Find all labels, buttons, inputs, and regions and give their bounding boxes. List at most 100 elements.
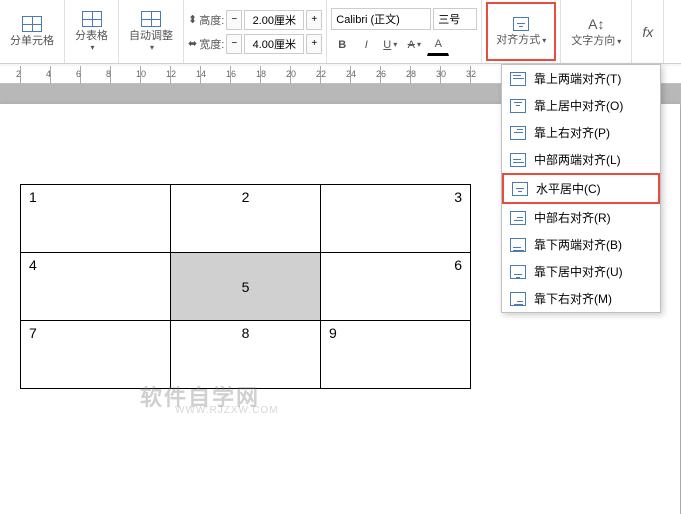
ruler-number: 12 [166, 69, 176, 79]
font-size-select[interactable] [433, 8, 477, 30]
split-cell-button[interactable]: 分单元格 [4, 2, 60, 61]
fx-icon: fx [642, 24, 653, 40]
table-cell[interactable]: 9 [321, 321, 471, 389]
table-cell[interactable]: 6 [321, 253, 471, 321]
split-table-group: 分表格▾ [65, 0, 119, 63]
align-menu-item[interactable]: 靠下两端对齐(B) [502, 231, 660, 258]
align-menu-item-label: 靠下右对齐(M) [534, 290, 612, 307]
align-menu-item-label: 靠下两端对齐(B) [534, 236, 622, 253]
ruler-number: 28 [406, 69, 416, 79]
width-label: 宽度: [199, 36, 224, 52]
ruler-number: 16 [226, 69, 236, 79]
textdir-group: A↕ 文字方向▾ [561, 0, 632, 63]
table-cell-selected[interactable]: 5 [171, 253, 321, 321]
align-group: 对齐方式▾ [482, 0, 561, 63]
align-tc-icon [510, 99, 526, 113]
font-color-button[interactable]: A [427, 34, 449, 56]
table-cell[interactable]: 4 [21, 253, 171, 321]
text-direction-label: 文字方向 [571, 35, 615, 47]
align-ml-icon [510, 153, 526, 167]
ruler-number: 6 [76, 69, 81, 79]
height-input[interactable] [244, 10, 304, 30]
font-group: B I U▾ A▾ A [327, 0, 482, 63]
align-tl-icon [510, 72, 526, 86]
chevron-down-icon: ▾ [150, 43, 154, 52]
align-menu-item[interactable]: 靠下居中对齐(U) [502, 258, 660, 285]
align-menu-item-label: 靠下居中对齐(U) [534, 263, 623, 280]
align-menu-item[interactable]: 中部两端对齐(L) [502, 146, 660, 173]
ruler-number: 2 [16, 69, 21, 79]
align-menu-item-label: 中部右对齐(R) [534, 209, 611, 226]
italic-button[interactable]: I [355, 34, 377, 56]
align-dropdown-menu: 靠上两端对齐(T) 靠上居中对齐(O) 靠上右对齐(P) 中部两端对齐(L) 水平居中(… [501, 64, 661, 313]
ruler-number: 24 [346, 69, 356, 79]
align-br-icon [510, 292, 526, 306]
align-menu-item-label: 水平居中(C) [536, 180, 601, 197]
table-cell[interactable]: 1 [21, 185, 171, 253]
align-button[interactable]: 对齐方式▾ [486, 2, 556, 61]
align-mr-icon [510, 211, 526, 225]
align-menu-item-label: 靠上右对齐(P) [534, 124, 610, 141]
bold-button[interactable]: B [331, 34, 353, 56]
document-table[interactable]: 1 2 3 4 5 6 7 8 9 [20, 184, 471, 389]
table-cell[interactable]: 2 [171, 185, 321, 253]
height-dec-button[interactable]: − [226, 10, 242, 30]
split-cell-icon [22, 16, 42, 32]
formula-group: fx [632, 0, 664, 63]
autofit-group: 自动调整▾ [119, 0, 184, 63]
table-cell[interactable]: 3 [321, 185, 471, 253]
align-menu-item[interactable]: 水平居中(C) [502, 173, 660, 204]
text-direction-icon: A↕ [588, 16, 604, 32]
ribbon-toolbar: 分单元格 分表格▾ 自动调整▾ ⬍ 高度: − + ⬌ 宽度: − + [0, 0, 681, 64]
split-table-label: 分表格 [75, 27, 108, 43]
formula-button[interactable]: fx [636, 2, 659, 61]
table-cell[interactable]: 7 [21, 321, 171, 389]
table-cell[interactable]: 8 [171, 321, 321, 389]
split-cell-label: 分单元格 [10, 32, 54, 48]
width-dec-button[interactable]: − [226, 34, 242, 54]
table-row: 4 5 6 [21, 253, 471, 321]
split-group: 分单元格 [0, 0, 65, 63]
align-menu-item-label: 靠上两端对齐(T) [534, 70, 621, 87]
align-icon [513, 17, 529, 31]
align-menu-item[interactable]: 靠下右对齐(M) [502, 285, 660, 312]
align-menu-item[interactable]: 靠上两端对齐(T) [502, 65, 660, 92]
table-row: 7 8 9 [21, 321, 471, 389]
size-group: ⬍ 高度: − + ⬌ 宽度: − + [184, 0, 327, 63]
align-tr-icon [510, 126, 526, 140]
align-menu-item[interactable]: 靠上右对齐(P) [502, 119, 660, 146]
ruler-number: 18 [256, 69, 266, 79]
autofit-icon [141, 11, 161, 27]
align-menu-item-label: 中部两端对齐(L) [534, 151, 621, 168]
ruler-number: 20 [286, 69, 296, 79]
ruler-number: 26 [376, 69, 386, 79]
height-label: 高度: [199, 12, 224, 28]
align-menu-item[interactable]: 中部右对齐(R) [502, 204, 660, 231]
ruler-number: 22 [316, 69, 326, 79]
text-direction-button[interactable]: A↕ 文字方向▾ [565, 2, 627, 61]
font-name-select[interactable] [331, 8, 431, 30]
align-bc-icon [510, 265, 526, 279]
align-button-label: 对齐方式 [496, 34, 540, 46]
align-menu-item-label: 靠上居中对齐(O) [534, 97, 623, 114]
autofit-button[interactable]: 自动调整▾ [123, 2, 179, 61]
table-row: 1 2 3 [21, 185, 471, 253]
height-inc-button[interactable]: + [306, 10, 322, 30]
align-menu-item[interactable]: 靠上居中对齐(O) [502, 92, 660, 119]
width-icon: ⬌ [188, 37, 197, 50]
chevron-down-icon: ▾ [90, 43, 94, 52]
ruler-number: 10 [136, 69, 146, 79]
ruler-number: 14 [196, 69, 206, 79]
underline-button[interactable]: U▾ [379, 34, 401, 56]
autofit-label: 自动调整 [129, 27, 173, 43]
ruler-number: 8 [106, 69, 111, 79]
align-bl-icon [510, 238, 526, 252]
ruler-number: 32 [466, 69, 476, 79]
height-icon: ⬍ [188, 13, 197, 26]
strikethrough-button[interactable]: A▾ [403, 34, 425, 56]
chevron-down-icon: ▾ [617, 37, 621, 46]
split-table-button[interactable]: 分表格▾ [69, 2, 114, 61]
width-input[interactable] [244, 34, 304, 54]
align-mc-icon [512, 182, 528, 196]
width-inc-button[interactable]: + [306, 34, 322, 54]
